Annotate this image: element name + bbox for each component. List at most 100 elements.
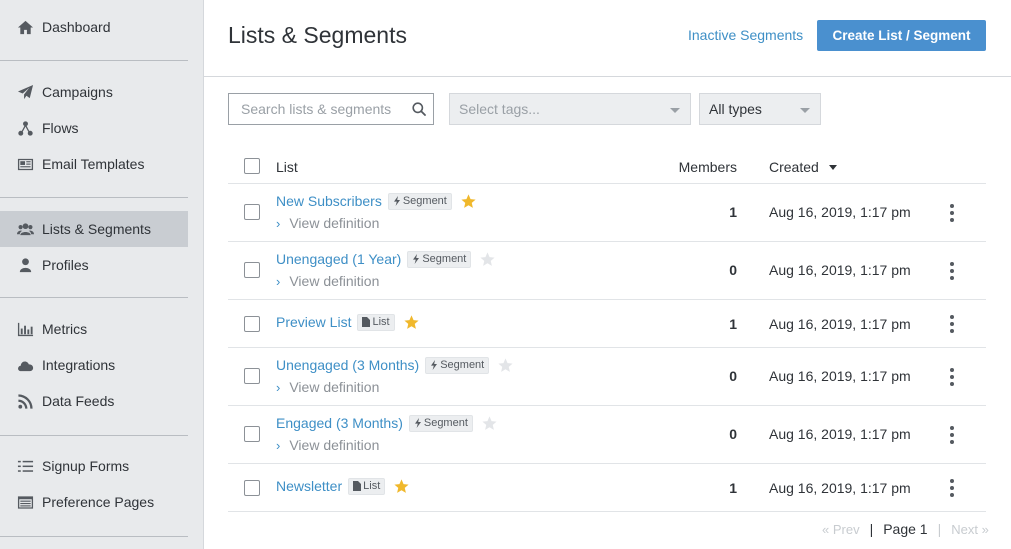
tags-select[interactable]: Select tags... <box>449 93 691 125</box>
members-count: 0 <box>729 426 737 442</box>
sidebar-item-label: Lists & Segments <box>42 221 151 237</box>
members-count: 1 <box>729 204 737 220</box>
cloud-icon <box>16 356 34 374</box>
sidebar-item-lists-segments[interactable]: Lists & Segments <box>0 211 188 247</box>
created-date: Aug 16, 2019, 1:17 pm <box>769 262 911 278</box>
sidebar-item-label: Flows <box>42 120 79 136</box>
row-checkbox[interactable] <box>244 204 260 220</box>
row-title: New Subscribers Segment <box>276 191 477 211</box>
view-definition-toggle[interactable]: › View definition <box>276 379 379 395</box>
sidebar-item-signup-forms[interactable]: Signup Forms <box>0 448 188 484</box>
search-input[interactable] <box>229 94 404 124</box>
list-name-link[interactable]: New Subscribers <box>276 193 382 209</box>
types-select[interactable]: All types <box>699 93 821 125</box>
row-checkbox[interactable] <box>244 262 260 278</box>
lightning-icon <box>393 196 400 206</box>
sidebar-item-email-templates[interactable]: Email Templates <box>0 146 188 182</box>
home-icon <box>16 18 34 36</box>
type-badge: Segment <box>408 414 473 432</box>
sidebar-item-metrics[interactable]: Metrics <box>0 311 188 347</box>
type-badge: List <box>357 313 395 331</box>
row-checkbox[interactable] <box>244 480 260 496</box>
view-definition-label: View definition <box>289 273 380 289</box>
list-name-link[interactable]: Engaged (3 Months) <box>276 415 403 431</box>
chevron-right-icon: › <box>276 437 281 453</box>
view-definition-toggle[interactable]: › View definition <box>276 215 379 231</box>
sidebar-item-label: Data Feeds <box>42 393 115 409</box>
chevron-down-icon <box>670 108 680 113</box>
table-row: Unengaged (3 Months) Segment › View definit… <box>228 348 986 406</box>
sidebar-item-flows[interactable]: Flows <box>0 110 188 146</box>
column-header-created[interactable]: Created <box>769 159 837 175</box>
sidebar-item-label: Metrics <box>42 321 88 337</box>
members-count: 1 <box>729 480 737 496</box>
lists-table: List Members Created New Subscribers Segm… <box>228 145 986 512</box>
column-header-list[interactable]: List <box>276 159 298 175</box>
row-actions-menu-icon[interactable] <box>944 204 960 222</box>
list-name-link[interactable]: Newsletter <box>276 478 342 494</box>
sidebar-item-campaigns[interactable]: Campaigns <box>0 74 188 110</box>
row-checkbox[interactable] <box>244 368 260 384</box>
star-outline-icon[interactable] <box>479 251 496 268</box>
chevron-right-icon: › <box>276 273 281 289</box>
search-icon[interactable] <box>412 102 426 116</box>
inactive-segments-link[interactable]: Inactive Segments <box>688 27 803 43</box>
current-page: Page 1 <box>883 521 928 537</box>
search-box[interactable] <box>228 93 434 125</box>
pagination: « Prev | Page 1 | Next » <box>822 521 989 537</box>
sidebar-item-label: Profiles <box>42 257 89 273</box>
row-title: Newsletter List <box>276 476 410 496</box>
list-name-link[interactable]: Unengaged (1 Year) <box>276 251 401 267</box>
tags-select-placeholder: Select tags... <box>459 101 540 117</box>
type-badge-label: Segment <box>423 417 468 429</box>
view-definition-toggle[interactable]: › View definition <box>276 273 379 289</box>
row-actions-menu-icon[interactable] <box>944 426 960 444</box>
sidebar-item-preference-pages[interactable]: Preference Pages <box>0 484 188 520</box>
type-badge-label: Segment <box>440 359 485 371</box>
sidebar-divider <box>0 297 188 298</box>
sidebar: Dashboard Campaigns Flows Email Templates Li… <box>0 0 204 549</box>
view-definition-label: View definition <box>289 379 380 395</box>
star-filled-icon[interactable] <box>460 193 477 210</box>
sidebar-item-data-feeds[interactable]: Data Feeds <box>0 383 188 419</box>
sidebar-item-integrations[interactable]: Integrations <box>0 347 188 383</box>
table-row: Preview List List 1 Aug 16, 2019, 1:17 pm <box>228 300 986 348</box>
created-date: Aug 16, 2019, 1:17 pm <box>769 426 911 442</box>
row-checkbox[interactable] <box>244 426 260 442</box>
prev-page-link[interactable]: « Prev <box>822 522 860 537</box>
star-outline-icon[interactable] <box>481 415 498 432</box>
type-badge-label: Segment <box>402 195 447 207</box>
view-definition-label: View definition <box>289 215 380 231</box>
created-date: Aug 16, 2019, 1:17 pm <box>769 316 911 332</box>
lightning-icon <box>414 418 421 428</box>
row-actions-menu-icon[interactable] <box>944 368 960 386</box>
sidebar-item-label: Dashboard <box>42 19 111 35</box>
star-filled-icon[interactable] <box>393 478 410 495</box>
star-outline-icon[interactable] <box>497 357 514 374</box>
view-definition-toggle[interactable]: › View definition <box>276 437 379 453</box>
row-actions-menu-icon[interactable] <box>944 262 960 280</box>
sidebar-item-profiles[interactable]: Profiles <box>0 247 188 283</box>
type-badge: List <box>348 477 386 495</box>
list-name-link[interactable]: Unengaged (3 Months) <box>276 357 419 373</box>
next-page-link[interactable]: Next » <box>951 522 989 537</box>
select-all-checkbox[interactable] <box>244 158 260 174</box>
star-filled-icon[interactable] <box>403 314 420 331</box>
view-definition-label: View definition <box>289 437 380 453</box>
rss-icon <box>16 392 34 410</box>
page-title: Lists & Segments <box>228 22 407 48</box>
row-actions-menu-icon[interactable] <box>944 479 960 497</box>
list-name-link[interactable]: Preview List <box>276 314 351 330</box>
create-list-segment-button[interactable]: Create List / Segment <box>817 20 986 51</box>
row-actions-menu-icon[interactable] <box>944 315 960 333</box>
sidebar-divider <box>0 536 188 537</box>
column-header-members[interactable]: Members <box>679 159 737 175</box>
sidebar-divider <box>0 60 188 61</box>
row-checkbox[interactable] <box>244 316 260 332</box>
sidebar-item-dashboard[interactable]: Dashboard <box>0 9 188 45</box>
type-badge-label: List <box>363 480 381 492</box>
document-icon <box>362 317 371 327</box>
lightning-icon <box>431 360 438 370</box>
table-body: New Subscribers Segment › View definition 1 A… <box>228 184 986 512</box>
sidebar-divider <box>0 197 188 198</box>
